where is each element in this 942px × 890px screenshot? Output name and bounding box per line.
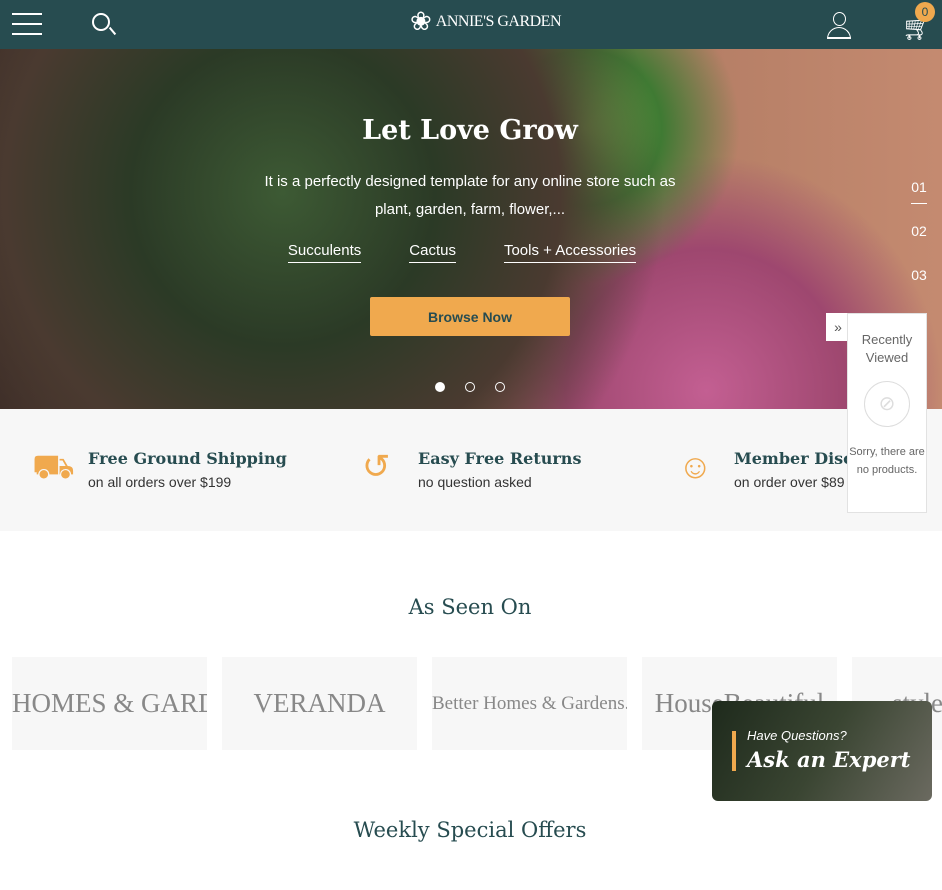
feature-text: on all orders over $199: [88, 474, 232, 490]
site-header: ❀ ANNIE'S GARDEN 🛒︎ 0: [0, 0, 942, 49]
cart-count-badge: 0: [915, 2, 935, 22]
account-icon[interactable]: [826, 12, 852, 39]
truck-icon: ⛟: [32, 448, 75, 486]
weekly-offers-title: Weekly Special Offers: [353, 818, 587, 842]
press-logo[interactable]: HOMES & GARDENS: [12, 657, 207, 750]
no-image-icon: ⊘: [864, 381, 910, 427]
recently-viewed-panel: Recently Viewed ⊘ Sorry, there are no pr…: [847, 313, 927, 513]
slide-number-1[interactable]: 01: [904, 179, 934, 223]
brand-name: ANNIE'S GARDEN: [435, 12, 562, 30]
feature-title: Easy Free Returns: [418, 449, 582, 468]
slide-dot-2[interactable]: [465, 382, 475, 392]
ask-expert-link[interactable]: Ask an Expert: [747, 747, 911, 772]
return-icon: ↺: [362, 448, 391, 486]
press-logo[interactable]: Better Homes & Gardens.: [432, 657, 627, 750]
as-seen-on-title: As Seen On: [408, 595, 532, 619]
slide-number-3[interactable]: 03: [904, 267, 934, 311]
feature-title: Free Ground Shipping: [88, 449, 287, 468]
logo[interactable]: ❀ ANNIE'S GARDEN: [410, 6, 562, 36]
hero-link-succulents[interactable]: Succulents: [287, 242, 362, 263]
hero-title: Let Love Grow: [362, 115, 578, 146]
menu-icon[interactable]: [12, 13, 42, 35]
hero-slider: Let Love Grow It is a perfectly designed…: [0, 49, 942, 409]
expert-question: Have Questions?: [747, 728, 847, 743]
feature-text: no question asked: [418, 474, 532, 490]
slide-dot-3[interactable]: [495, 382, 505, 392]
slide-dot-1[interactable]: [435, 382, 445, 392]
hero-subtitle: It is a perfectly designed template for …: [264, 173, 676, 218]
feature-returns: ↺ Easy Free Returns no question asked: [362, 447, 581, 490]
search-icon[interactable]: [92, 13, 110, 31]
lotus-icon: ❀: [410, 6, 432, 36]
ask-expert-widget[interactable]: Have Questions? Ask an Expert: [712, 701, 932, 801]
press-logo[interactable]: VERANDA: [222, 657, 417, 750]
hero-link-tools[interactable]: Tools + Accessories: [503, 242, 637, 263]
feature-shipping: ⛟ Free Ground Shipping on all orders over …: [32, 447, 287, 490]
hero-link-cactus[interactable]: Cactus: [409, 242, 456, 263]
member-tag-icon: ☺: [678, 448, 713, 486]
features-bar: ⛟ Free Ground Shipping on all orders over …: [0, 409, 942, 531]
browse-now-button[interactable]: Browse Now: [370, 297, 570, 336]
recently-viewed-empty: Sorry, there are no products.: [849, 446, 925, 476]
slide-number-2[interactable]: 02: [904, 223, 934, 267]
recently-viewed-title: Recently Viewed: [861, 332, 913, 365]
